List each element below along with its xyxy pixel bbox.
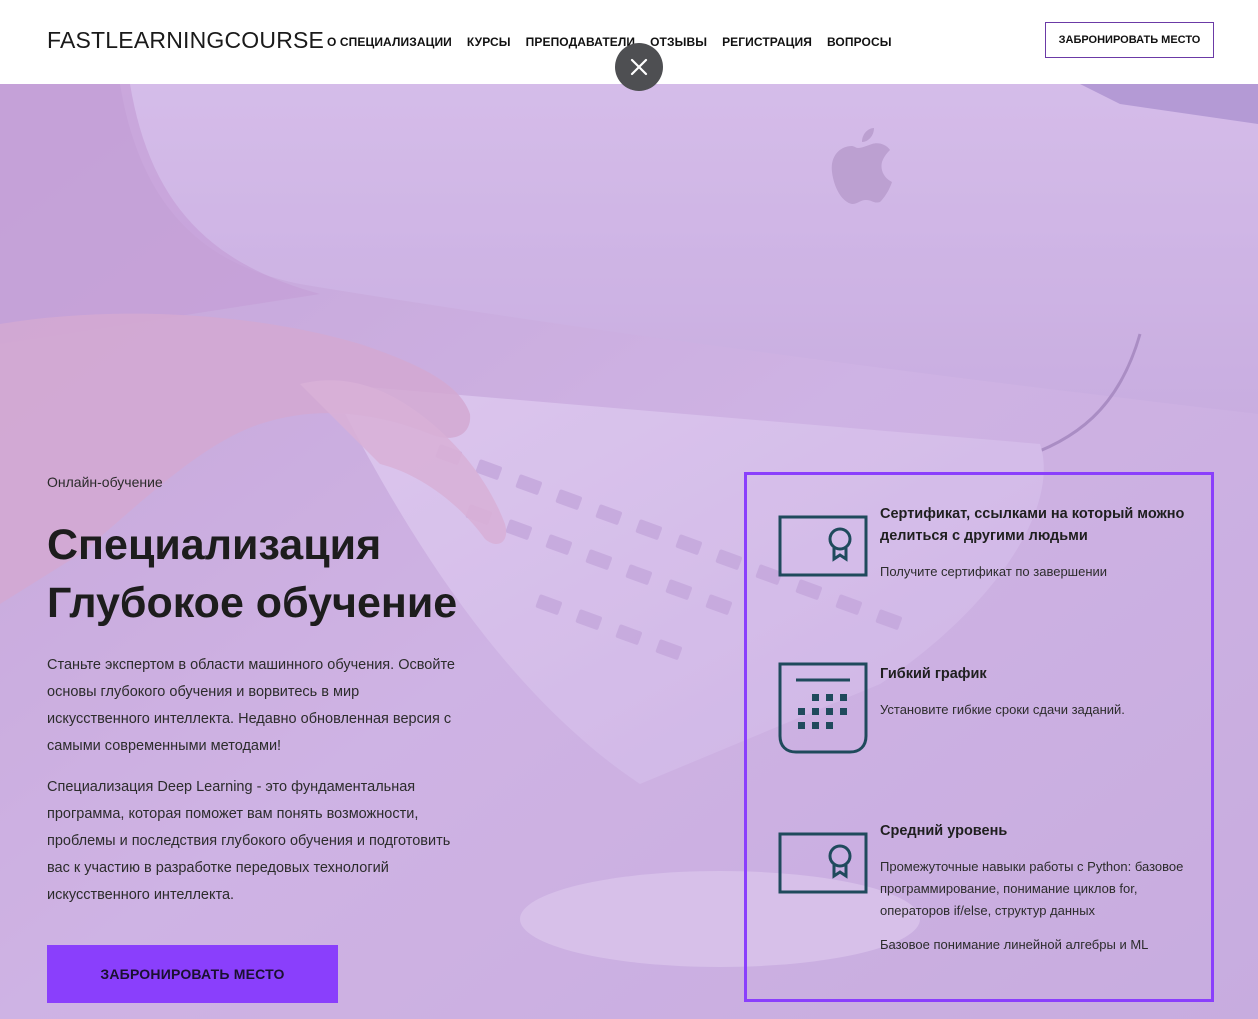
header-book-button[interactable]: ЗАБРОНИРОВАТЬ МЕСТО (1045, 22, 1214, 58)
close-button[interactable] (615, 43, 663, 91)
feature-description: Получите сертификат по завершении (880, 564, 1108, 579)
hero-title-line2: Глубокое обучение (47, 579, 458, 627)
certificate-icon (778, 832, 868, 894)
nav-faq[interactable]: ВОПРОСЫ (827, 35, 892, 49)
site-logo[interactable]: FASTLEARNINGCOURSE (47, 27, 324, 54)
hero-title-line1: Специализация (47, 521, 382, 569)
nav-registration[interactable]: РЕГИСТРАЦИЯ (722, 35, 812, 49)
hero-program-description: Специализация Deep Learning - это фундам… (47, 779, 451, 903)
features-panel: Сертификат, ссылками на который можно де… (744, 472, 1214, 1002)
close-icon (630, 58, 648, 76)
calendar-icon (778, 662, 868, 754)
nav-teachers[interactable]: ПРЕПОДАВАТЕЛИ (526, 35, 635, 49)
hero-book-button[interactable]: ЗАБРОНИРОВАТЬ МЕСТО (47, 945, 338, 1003)
feature-title: Средний уровень (880, 823, 1008, 839)
nav-reviews[interactable]: ОТЗЫВЫ (650, 35, 707, 49)
feature-title: Сертификат, ссылками на который можно де… (880, 506, 1185, 544)
nav-about[interactable]: О СПЕЦИАЛИЗАЦИИ (327, 35, 452, 49)
main-nav: О СПЕЦИАЛИЗАЦИИ КУРСЫ ПРЕПОДАВАТЕЛИ ОТЗЫ… (327, 35, 892, 49)
hero-title: Специализация Глубокое обучение (47, 516, 527, 632)
nav-courses[interactable]: КУРСЫ (467, 35, 511, 49)
hero-section: Онлайн-обучение Специализация Глубокое о… (0, 84, 1258, 1019)
feature-description: Установите гибкие сроки сдачи заданий. (880, 702, 1125, 717)
certificate-icon (778, 515, 868, 577)
feature-description: Промежуточные навыки работы с Python: ба… (880, 859, 1184, 918)
feature-title: Гибкий график (880, 666, 987, 682)
hero-eyebrow: Онлайн-обучение (47, 474, 163, 490)
feature-description-extra: Базовое понимание линейной алгебры и ML (880, 937, 1149, 952)
hero-description: Станьте экспертом в области машинного об… (47, 657, 455, 754)
